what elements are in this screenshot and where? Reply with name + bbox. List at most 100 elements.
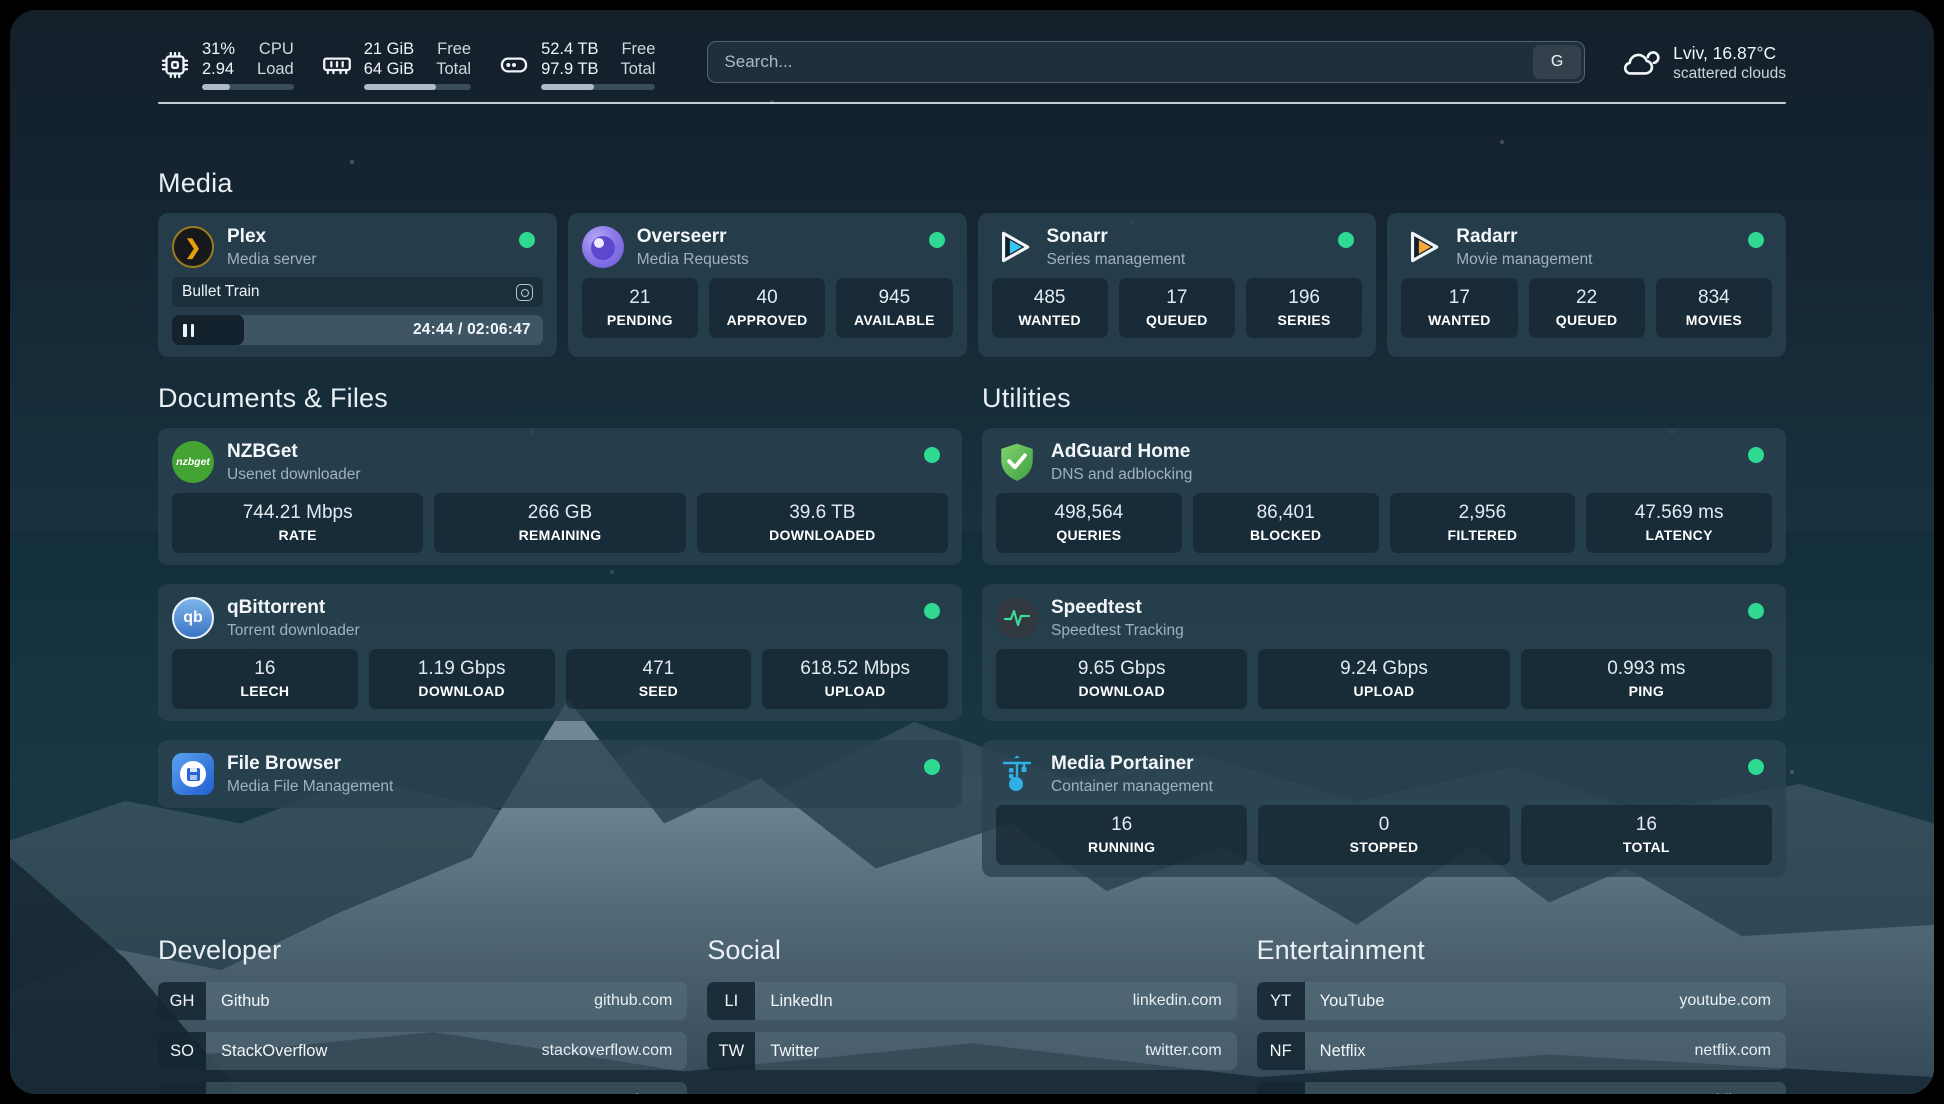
bookmark-github[interactable]: GH Github github.com [158, 982, 687, 1020]
memory-free: 21 GiB [364, 40, 414, 59]
stat-label: DOWNLOAD [373, 682, 551, 701]
bookmark-abbr: RE [1257, 1082, 1305, 1094]
stat-value: 16 [1525, 812, 1768, 838]
stat-value: 9.24 Gbps [1262, 656, 1505, 682]
stat-box: 16 RUNNING [996, 805, 1247, 865]
section-title-social: Social [707, 935, 1236, 966]
cloud-icon [1619, 41, 1661, 83]
stat-value: 945 [840, 285, 948, 311]
bookmark-reddit[interactable]: RE Reddit reddit.com [1257, 1082, 1786, 1094]
bookmark-domain: github.com [594, 982, 687, 1020]
service-card-filebrowser[interactable]: File Browser Media File Management [158, 740, 962, 808]
bookmark-name: Reddit [1305, 1082, 1697, 1094]
bookmark-youtube[interactable]: YT YouTube youtube.com [1257, 982, 1786, 1020]
cpu-widget: 31% CPU 2.94 Load [158, 40, 294, 90]
service-card-adguard[interactable]: AdGuard Home DNS and adblocking 498,564 … [982, 428, 1786, 565]
sonarr-icon [992, 226, 1034, 268]
stat-box: 945 AVAILABLE [836, 278, 952, 338]
stat-label: DOWNLOAD [1000, 682, 1243, 701]
bookmark-name: Twitter [755, 1032, 1145, 1070]
stat-box: 834 MOVIES [1656, 278, 1772, 338]
search-provider-button[interactable]: G [1533, 45, 1581, 79]
stat-label: SEED [570, 682, 748, 701]
service-card-nzbget[interactable]: nzbget NZBGet Usenet downloader 744.21 M… [158, 428, 962, 565]
service-subtitle: Torrent downloader [227, 621, 916, 640]
stat-box: 471 SEED [566, 649, 752, 709]
stat-label: PENDING [586, 311, 694, 330]
bookmark-group-developer: Developer GH Github github.com SO StackO… [158, 935, 687, 1094]
service-subtitle: Speedtest Tracking [1051, 621, 1740, 640]
service-card-sonarr[interactable]: Sonarr Series management 485 WANTED 17 Q… [978, 213, 1377, 357]
plex-progress-bar: 24:44 / 02:06:47 [172, 315, 543, 345]
dashboard-window: 31% CPU 2.94 Load 21 [10, 10, 1934, 1094]
stat-box: 21 PENDING [582, 278, 698, 338]
bookmark-group-entertainment: Entertainment YT YouTube youtube.com NF … [1257, 935, 1786, 1094]
stat-label: UPLOAD [1262, 682, 1505, 701]
service-card-qbittorrent[interactable]: qb qBittorrent Torrent downloader 16 LEE… [158, 584, 962, 721]
status-online-dot [1748, 447, 1764, 463]
overseerr-icon [582, 226, 624, 268]
cpu-loadavg: 2.94 [202, 60, 235, 79]
filebrowser-icon [172, 753, 214, 795]
service-title: Plex [227, 225, 511, 249]
stat-box: 9.65 Gbps DOWNLOAD [996, 649, 1247, 709]
stat-label: SERIES [1250, 311, 1358, 330]
bookmark-abbr: YT [1257, 982, 1305, 1020]
service-card-speedtest[interactable]: Speedtest Speedtest Tracking 9.65 Gbps D… [982, 584, 1786, 721]
section-title-entertainment: Entertainment [1257, 935, 1786, 966]
service-card-radarr[interactable]: Radarr Movie management 17 WANTED 22 QUE… [1387, 213, 1786, 357]
service-subtitle: Usenet downloader [227, 465, 916, 484]
service-title: Overseerr [637, 225, 921, 249]
status-online-dot [1338, 232, 1354, 248]
weather-widget: Lviv, 16.87°C scattered clouds [1619, 41, 1786, 83]
stat-box: 1.19 Gbps DOWNLOAD [369, 649, 555, 709]
stat-value: 2,956 [1394, 500, 1572, 526]
stat-value: 47.569 ms [1590, 500, 1768, 526]
bookmark-linkedin[interactable]: LI LinkedIn linkedin.com [707, 982, 1236, 1020]
stat-label: APPROVED [713, 311, 821, 330]
bookmark-domain: twitter.com [1145, 1032, 1236, 1070]
service-subtitle: Container management [1051, 777, 1740, 796]
status-online-dot [1748, 759, 1764, 775]
search-input[interactable] [708, 52, 1533, 72]
cpu-progress-track [202, 84, 294, 90]
bookmark-abbr: NF [1257, 1032, 1305, 1070]
stat-label: TOTAL [1525, 838, 1768, 857]
stat-value: 196 [1250, 285, 1358, 311]
service-card-portainer[interactable]: Media Portainer Container management 16 … [982, 740, 1786, 877]
disk-label-top: Free [621, 40, 656, 59]
now-playing-title: Bullet Train [182, 283, 516, 301]
status-online-dot [929, 232, 945, 248]
stat-box: 266 GB REMAINING [434, 493, 685, 553]
stat-label: REMAINING [438, 526, 681, 545]
stat-label: WANTED [996, 311, 1104, 330]
stat-box: 196 SERIES [1246, 278, 1362, 338]
bookmark-dev[interactable]: DT DEV dev.to [158, 1082, 687, 1094]
speedtest-icon [996, 597, 1038, 639]
memory-total: 64 GiB [364, 60, 414, 79]
bookmark-abbr: LI [707, 982, 755, 1020]
bookmark-domain: reddit.com [1696, 1082, 1786, 1094]
stat-value: 0.993 ms [1525, 656, 1768, 682]
service-card-overseerr[interactable]: Overseerr Media Requests 21 PENDING 40 A… [568, 213, 967, 357]
stat-box: 17 QUEUED [1119, 278, 1235, 338]
media-session-icon [516, 284, 533, 301]
qbittorrent-icon: qb [172, 597, 214, 639]
media-card-grid: ❯ Plex Media server Bullet Train 24:44 / [158, 213, 1786, 357]
bookmark-name: Github [206, 982, 594, 1020]
section-title-utilities: Utilities [982, 383, 1786, 414]
stat-value: 17 [1123, 285, 1231, 311]
memory-icon [320, 48, 354, 82]
bookmark-netflix[interactable]: NF Netflix netflix.com [1257, 1032, 1786, 1070]
memory-progress-fill [364, 84, 436, 90]
stat-label: WANTED [1405, 311, 1513, 330]
stat-box: 39.6 TB DOWNLOADED [697, 493, 948, 553]
bookmark-stackoverflow[interactable]: SO StackOverflow stackoverflow.com [158, 1032, 687, 1070]
stat-label: FILTERED [1394, 526, 1572, 545]
bookmark-group-social: Social LI LinkedIn linkedin.com TW Twitt… [707, 935, 1236, 1094]
service-card-plex[interactable]: ❯ Plex Media server Bullet Train 24:44 / [158, 213, 557, 357]
cpu-label-bottom: Load [257, 60, 294, 79]
bookmark-twitter[interactable]: TW Twitter twitter.com [707, 1032, 1236, 1070]
disk-icon [497, 48, 531, 82]
stat-box: 744.21 Mbps RATE [172, 493, 423, 553]
